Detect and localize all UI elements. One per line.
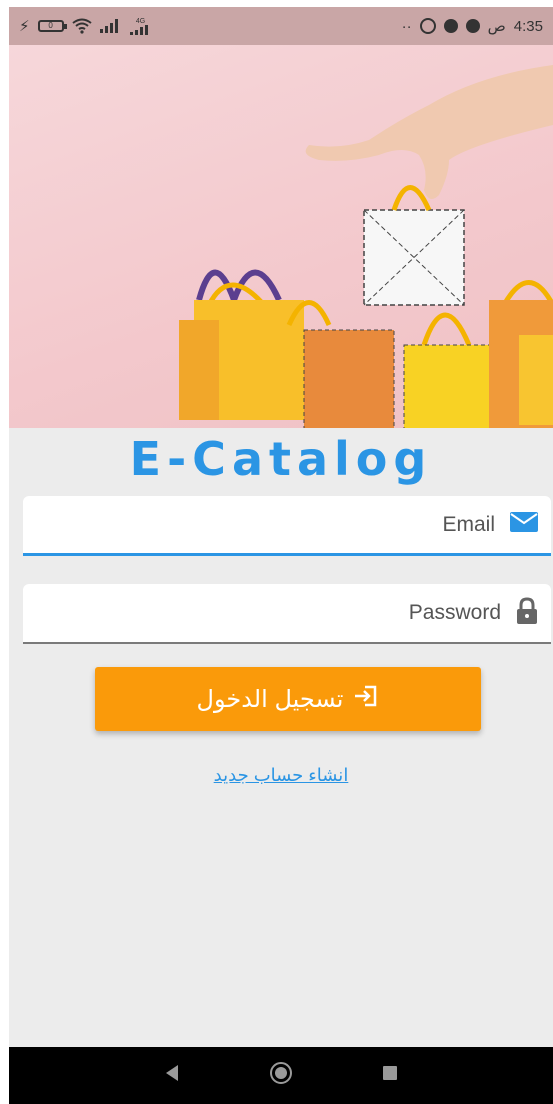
- network-label: 4G: [135, 17, 146, 25]
- email-placeholder: Email: [442, 512, 495, 536]
- email-field[interactable]: Email: [23, 496, 551, 556]
- password-placeholder: Password: [408, 601, 501, 624]
- login-button-label: تسجيل الدخول: [196, 685, 344, 713]
- status-left: ⚡ 0 4G: [19, 17, 152, 35]
- sign-in-icon: [353, 684, 379, 715]
- signal-icon: [99, 19, 122, 33]
- notification-icon: [443, 19, 458, 33]
- register-link[interactable]: انشاء حساب جديد: [9, 765, 553, 786]
- app-title: E-Catalog: [129, 432, 433, 486]
- status-right: ·· ص 4:35: [401, 17, 543, 36]
- recents-icon[interactable]: [382, 1065, 398, 1086]
- signal-4g-icon: 4G: [129, 17, 152, 35]
- charging-icon: ⚡: [19, 18, 30, 35]
- more-dots-icon: ··: [401, 17, 412, 35]
- home-icon[interactable]: [269, 1061, 293, 1090]
- nav-bar: [9, 1047, 553, 1104]
- wifi-icon: [71, 18, 92, 34]
- back-icon[interactable]: [164, 1064, 180, 1087]
- battery-icon: 0: [37, 20, 67, 32]
- login-button[interactable]: تسجيل الدخول: [95, 667, 481, 731]
- instagram-icon: [419, 18, 436, 34]
- shopping-bags-illustration: [179, 65, 553, 428]
- hero-image: [9, 45, 553, 428]
- status-time: 4:35: [513, 17, 543, 35]
- password-field[interactable]: Password: [23, 584, 551, 644]
- lock-icon: [515, 596, 539, 630]
- status-bar: ⚡ 0 4G ·· ص 4:35: [9, 7, 553, 45]
- envelope-icon: [509, 511, 539, 538]
- status-ampm: ص: [487, 18, 506, 35]
- app-notification-icon: [465, 19, 480, 33]
- app-screen: ⚡ 0 4G ·· ص 4:35 E-Catalog Email Passwor…: [9, 7, 553, 1104]
